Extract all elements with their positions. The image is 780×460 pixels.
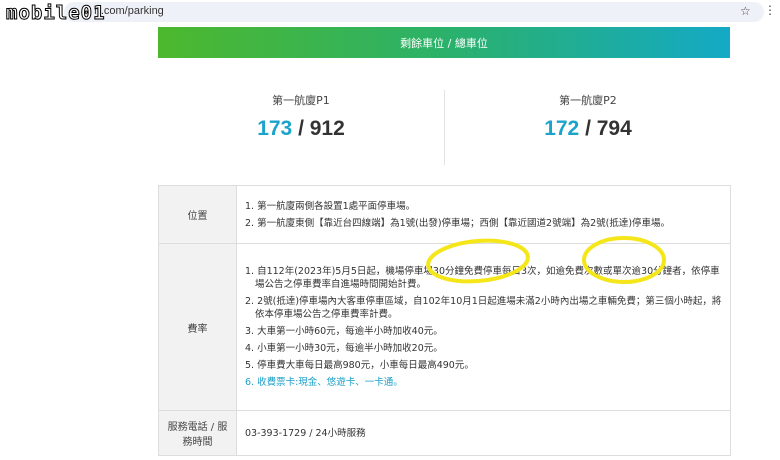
address-bar: t rt.com/parking ☆ ⋮ mobile01 <box>0 0 780 25</box>
row-label: 位置 <box>158 185 237 244</box>
total-count: 912 <box>309 117 345 140</box>
table-row: 服務電話 / 服務時間 03-393-1729 / 24小時服務 <box>158 410 731 456</box>
lot-p2: 第一航廈P2 172 / 794 <box>445 88 731 141</box>
url-field[interactable] <box>64 2 764 22</box>
table-row: 位置 1. 第一航廈兩側各設置1處平面停車場。 2. 第一航廈東側【靠近台四線端… <box>158 185 731 244</box>
list-item: 3. 大車第一小時60元，每逾半小時加收40元。 <box>245 326 443 337</box>
lot-p1: 第一航廈P1 173 / 912 <box>158 88 444 141</box>
list-item: 2. 第一航廈東側【靠近台四線端】為1號(出發)停車場；西側【靠近國道2號端】為… <box>245 217 671 229</box>
service-info: 03-393-1729 / 24小時服務 <box>236 410 731 456</box>
banner-header: 剩餘車位 / 總車位 <box>158 27 730 58</box>
info-table: 位置 1. 第一航廈兩側各設置1處平面停車場。 2. 第一航廈東側【靠近台四線端… <box>158 185 731 456</box>
list-item: 4. 小車第一小時30元，每逾半小時加收20元。 <box>245 343 443 354</box>
available-count: 172 <box>544 117 580 140</box>
separator: / <box>579 117 597 140</box>
available-count: 173 <box>257 117 293 140</box>
table-row: 費率 1. 自112年(2023年)5月5日起，機場停車場30分鐘免費停車每日3… <box>158 243 731 411</box>
separator: / <box>292 117 310 140</box>
row-label: 費率 <box>158 243 237 411</box>
row-label: 服務電話 / 服務時間 <box>158 410 237 456</box>
star-icon[interactable]: ☆ <box>740 4 751 18</box>
list-item: 2. 2號(抵達)停車場內大客車停車區域，自102年10月1日起進場未滿2小時內… <box>245 296 722 320</box>
watermark-logo: mobile01 <box>6 2 106 25</box>
banner-title: 剩餘車位 / 總車位 <box>400 36 488 50</box>
lot-name: 第一航廈P1 <box>272 94 330 107</box>
payment-methods-link[interactable]: 6. 收費票卡:現金、悠遊卡、一卡通。 <box>245 376 722 389</box>
list-item: 5. 停車費大車每日最高980元，小車每日最高490元。 <box>245 360 474 371</box>
lot-name: 第一航廈P2 <box>559 94 617 107</box>
list-item: 1. 第一航廈兩側各設置1處平面停車場。 <box>245 200 416 212</box>
list-item: 1. 自112年(2023年)5月5日起，機場停車場30分鐘免費停車每日3次，如… <box>245 266 720 290</box>
kebab-menu-icon[interactable]: ⋮ <box>764 3 776 17</box>
total-count: 794 <box>596 117 632 140</box>
